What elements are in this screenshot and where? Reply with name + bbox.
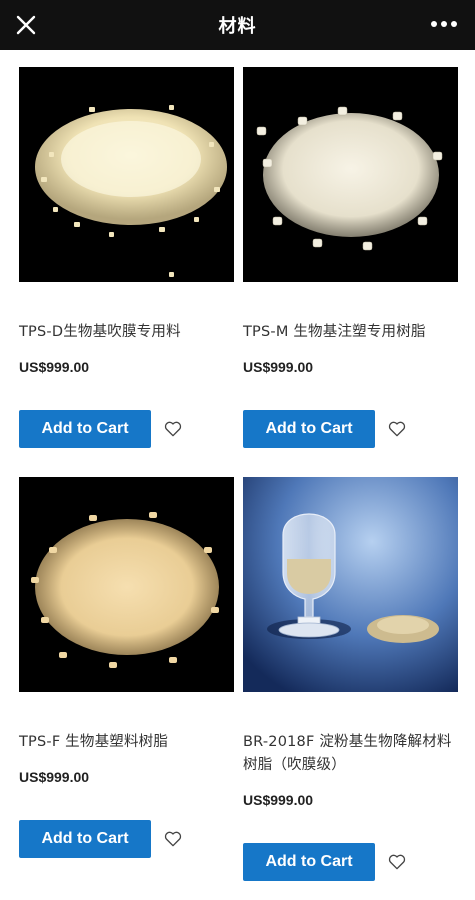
- product-image[interactable]: [19, 477, 234, 692]
- add-to-cart-button[interactable]: Add to Cart: [243, 410, 375, 448]
- product-price: US$999.00: [243, 359, 314, 375]
- heart-icon[interactable]: [163, 829, 183, 849]
- product-card[interactable]: BR-2018F 淀粉基生物降解材料树脂（吹膜级） US$999.00 Add …: [243, 477, 458, 887]
- heart-icon[interactable]: [163, 419, 183, 439]
- heart-icon[interactable]: [387, 852, 407, 872]
- product-price: US$999.00: [19, 769, 90, 785]
- page-title: 材料: [218, 16, 257, 37]
- product-card[interactable]: TPS-F 生物基塑料树脂 US$999.00 Add to Cart: [19, 477, 234, 867]
- product-name[interactable]: BR-2018F 淀粉基生物降解材料树脂（吹膜级）: [243, 731, 458, 777]
- more-horizontal-icon[interactable]: [431, 21, 457, 29]
- product-card[interactable]: TPS-D生物基吹膜专用料 US$999.00 Add to Cart: [19, 67, 234, 457]
- product-name[interactable]: TPS-D生物基吹膜专用料: [19, 321, 234, 344]
- product-image[interactable]: [243, 67, 458, 282]
- add-to-cart-button[interactable]: Add to Cart: [19, 820, 151, 858]
- product-price: US$999.00: [19, 359, 90, 375]
- product-name[interactable]: TPS-M 生物基注塑专用树脂: [243, 321, 458, 344]
- add-to-cart-button[interactable]: Add to Cart: [19, 410, 151, 448]
- product-image[interactable]: [243, 477, 458, 692]
- add-to-cart-button[interactable]: Add to Cart: [243, 843, 375, 881]
- product-card[interactable]: TPS-M 生物基注塑专用树脂 US$999.00 Add to Cart: [243, 67, 458, 457]
- product-name[interactable]: TPS-F 生物基塑料树脂: [19, 731, 234, 754]
- heart-icon[interactable]: [387, 419, 407, 439]
- product-price: US$999.00: [243, 792, 314, 808]
- product-image[interactable]: [19, 67, 234, 282]
- top-bar: 材料: [0, 0, 475, 50]
